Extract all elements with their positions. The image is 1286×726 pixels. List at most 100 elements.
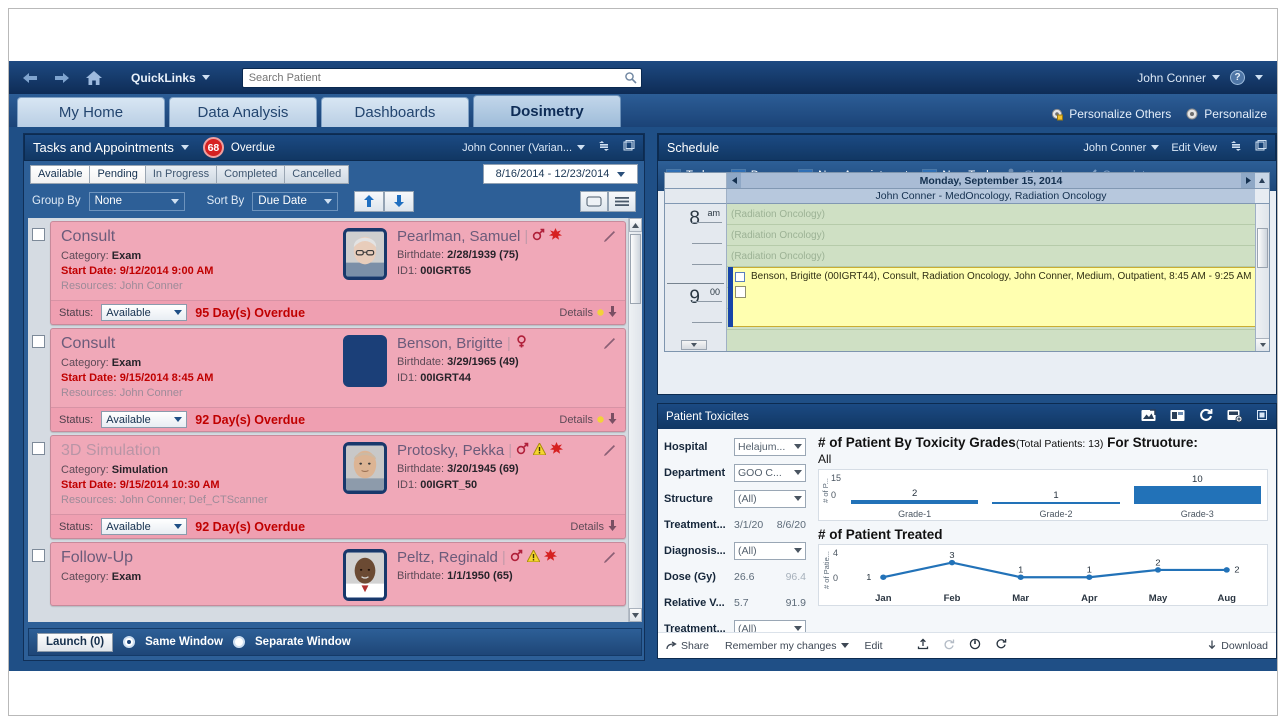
edit-icon[interactable] xyxy=(603,443,617,462)
status-select[interactable]: Available xyxy=(101,304,188,321)
upload-icon[interactable] xyxy=(917,638,929,653)
previous-day-button[interactable] xyxy=(727,173,741,188)
status-select[interactable]: Available xyxy=(101,411,188,428)
next-day-button[interactable] xyxy=(1241,173,1255,188)
bar-column[interactable]: 2 xyxy=(851,474,979,504)
separate-window-radio[interactable] xyxy=(233,636,245,648)
treatment-date-range[interactable]: 3/1/20 8/6/20 xyxy=(734,519,806,531)
search-icon[interactable] xyxy=(624,71,637,89)
filter-completed[interactable]: Completed xyxy=(216,164,286,184)
edit-view-button[interactable]: Edit View xyxy=(1171,142,1217,154)
list-view-icon[interactable] xyxy=(608,190,636,212)
filter-cancelled[interactable]: Cancelled xyxy=(284,164,350,184)
details-link[interactable]: Details xyxy=(559,412,617,427)
refresh-icon[interactable] xyxy=(1229,139,1243,156)
relative-volume-range[interactable]: 5.7 91.9 xyxy=(734,597,806,609)
forward-icon[interactable] xyxy=(51,69,73,87)
snapshot-add-icon[interactable] xyxy=(1227,409,1243,425)
task-card[interactable]: Consult Category: Exam Start Date: 9/15/… xyxy=(50,328,626,432)
remember-changes-menu[interactable]: Remember my changes xyxy=(725,640,849,652)
details-link[interactable]: Details xyxy=(559,305,617,320)
share-button[interactable]: Share xyxy=(666,640,709,652)
task-list-item[interactable]: Follow-Up Category: Exam Peltz, Reginald xyxy=(28,539,628,606)
schedule-scroll-track-top[interactable] xyxy=(1255,189,1269,204)
chevron-down-icon[interactable] xyxy=(1255,75,1263,80)
schedule-slot[interactable]: (Radiation Oncology) xyxy=(727,204,1269,225)
power-icon[interactable] xyxy=(969,638,981,653)
help-icon[interactable]: ? xyxy=(1230,70,1245,85)
schedule-grid[interactable]: Monday, September 15, 2014 John Conner -… xyxy=(664,172,1270,352)
task-list-item[interactable]: Consult Category: Exam Start Date: 9/15/… xyxy=(28,325,628,432)
task-card-list[interactable]: Consult Category: Exam Start Date: 9/12/… xyxy=(28,218,642,622)
tab-my-home[interactable]: My Home xyxy=(17,97,165,127)
bar[interactable] xyxy=(992,502,1120,504)
schedule-owner-menu[interactable]: John Conner xyxy=(1083,142,1160,154)
tab-dosimetry[interactable]: Dosimetry xyxy=(473,95,621,127)
schedule-appointment[interactable]: Benson, Brigitte (00IGRT44), Consult, Ra… xyxy=(728,267,1265,327)
scroll-down-button[interactable] xyxy=(629,608,642,622)
search-patient-field[interactable] xyxy=(241,67,642,89)
filter-available[interactable]: Available xyxy=(30,164,91,184)
structure-select[interactable]: (All) xyxy=(734,489,806,508)
export-image-icon[interactable] xyxy=(1141,408,1156,425)
tab-data-analysis[interactable]: Data Analysis xyxy=(169,97,317,127)
date-range-picker[interactable]: 8/16/2014 - 12/23/2014 xyxy=(483,164,638,184)
schedule-slot[interactable]: (Radiation Oncology) xyxy=(727,225,1269,246)
bar[interactable] xyxy=(851,500,979,504)
bar-column[interactable]: 10 xyxy=(1133,474,1261,504)
popout-icon[interactable] xyxy=(623,140,635,155)
sort-descending-button[interactable] xyxy=(384,190,415,212)
personalize-others-button[interactable]: Personalize Others xyxy=(1050,107,1171,121)
search-input[interactable] xyxy=(241,67,642,88)
task-card[interactable]: 3D Simulation Category: Simulation Start… xyxy=(50,435,626,539)
filter-icon[interactable] xyxy=(1170,409,1185,425)
edit-icon[interactable] xyxy=(603,336,617,355)
expand-down-icon[interactable] xyxy=(608,305,617,320)
chevron-down-icon[interactable] xyxy=(180,145,189,150)
filter-pending[interactable]: Pending xyxy=(89,164,146,184)
schedule-slot-column[interactable]: (Radiation Oncology) (Radiation Oncology… xyxy=(727,204,1269,351)
time-scroll-down-button[interactable] xyxy=(681,340,707,350)
edit-icon[interactable] xyxy=(603,550,617,569)
refresh-icon[interactable] xyxy=(597,139,611,156)
sort-by-select[interactable]: Due Date xyxy=(252,191,339,211)
bar-column[interactable]: 1 xyxy=(992,474,1120,504)
launch-button[interactable]: Launch (0) xyxy=(37,632,114,652)
tasks-owner-menu[interactable]: John Conner (Varian... xyxy=(462,142,585,154)
quicklinks-menu[interactable]: QuickLinks xyxy=(131,71,210,85)
user-menu[interactable]: John Conner xyxy=(1137,71,1220,85)
schedule-slot[interactable]: (Radiation Oncology) xyxy=(727,246,1269,267)
expand-down-icon[interactable] xyxy=(608,519,617,534)
task-checkbox[interactable] xyxy=(32,335,45,348)
task-checkbox[interactable] xyxy=(32,228,45,241)
task-list-item[interactable]: 3D Simulation Category: Simulation Start… xyxy=(28,432,628,539)
diagnosis-select[interactable]: (All) xyxy=(734,541,806,560)
popout-icon[interactable] xyxy=(1255,140,1267,155)
details-link[interactable]: Details xyxy=(570,519,617,534)
scroll-down-button[interactable] xyxy=(1256,338,1269,351)
refresh-icon[interactable] xyxy=(1199,408,1213,425)
tasks-panel-title-group[interactable]: Tasks and Appointments xyxy=(33,140,189,155)
bar[interactable] xyxy=(1133,486,1261,504)
task-card[interactable]: Follow-Up Category: Exam Peltz, Reginald xyxy=(50,542,626,606)
back-icon[interactable] xyxy=(19,69,41,87)
department-select[interactable]: GOO C... xyxy=(734,463,806,482)
undo-icon[interactable] xyxy=(943,638,955,653)
group-by-select[interactable]: None xyxy=(88,191,185,211)
hospital-select[interactable]: Helajum... xyxy=(734,437,806,456)
task-list-scrollbar[interactable] xyxy=(628,218,642,622)
tab-dashboards[interactable]: Dashboards xyxy=(321,97,469,127)
task-checkbox[interactable] xyxy=(32,549,45,562)
schedule-scroll-up-button[interactable] xyxy=(1255,173,1269,188)
same-window-radio[interactable] xyxy=(123,636,136,648)
sort-ascending-button[interactable] xyxy=(354,190,385,212)
card-view-icon[interactable] xyxy=(580,190,608,212)
filter-in-progress[interactable]: In Progress xyxy=(144,164,218,184)
refresh-icon[interactable] xyxy=(995,638,1007,653)
maximize-icon[interactable] xyxy=(1256,409,1268,424)
status-select[interactable]: Available xyxy=(101,518,188,535)
scroll-thumb[interactable] xyxy=(1257,228,1268,268)
task-card[interactable]: Consult Category: Exam Start Date: 9/12/… xyxy=(50,221,626,325)
scroll-thumb[interactable] xyxy=(630,234,641,304)
home-icon[interactable] xyxy=(83,69,105,87)
